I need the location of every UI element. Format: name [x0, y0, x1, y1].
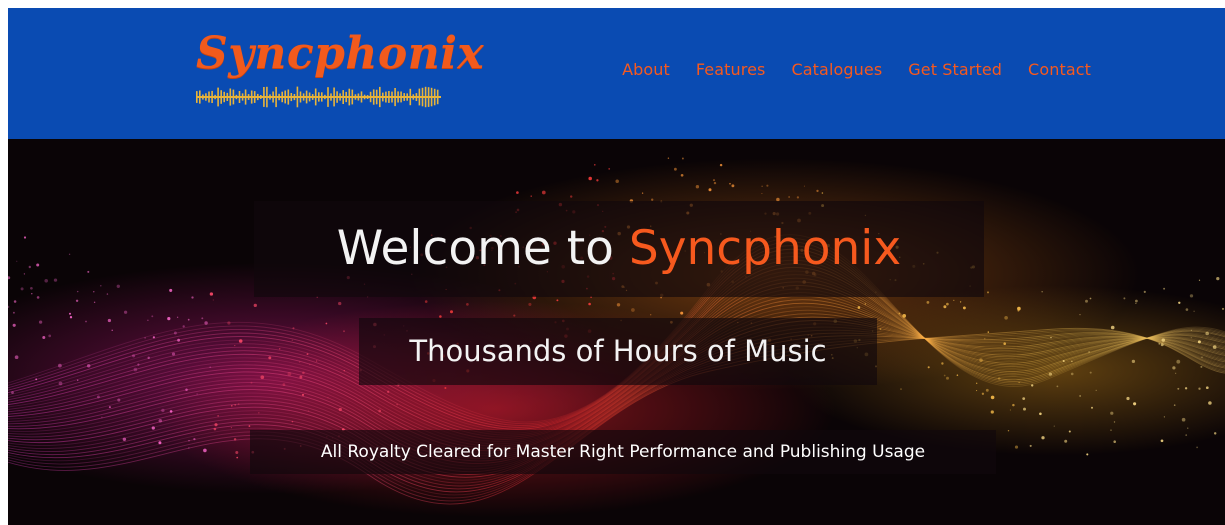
hero-title-accent: Syncphonix — [628, 221, 902, 276]
sound-wave-icon — [196, 86, 441, 108]
main-nav: About Features Catalogues Get Started Co… — [622, 60, 1091, 79]
hero-tagline: All Royalty Cleared for Master Right Per… — [250, 430, 996, 474]
nav-link-get-started[interactable]: Get Started — [908, 60, 1002, 79]
hero-title-prefix: Welcome to — [336, 221, 629, 276]
nav-link-about[interactable]: About — [622, 60, 670, 79]
nav-link-features[interactable]: Features — [696, 60, 766, 79]
page: Syncphonix About Features Catalogues Get… — [8, 8, 1225, 525]
hero-subtitle: Thousands of Hours of Music — [359, 318, 877, 385]
site-logo[interactable]: Syncphonix — [196, 28, 484, 108]
logo-wordmark: Syncphonix — [196, 28, 485, 79]
hero-title: Welcome to Syncphonix — [254, 201, 984, 297]
site-header: Syncphonix About Features Catalogues Get… — [8, 8, 1225, 139]
hero-section: Welcome to Syncphonix Thousands of Hours… — [8, 139, 1225, 525]
nav-link-catalogues[interactable]: Catalogues — [791, 60, 882, 79]
nav-link-contact[interactable]: Contact — [1028, 60, 1091, 79]
